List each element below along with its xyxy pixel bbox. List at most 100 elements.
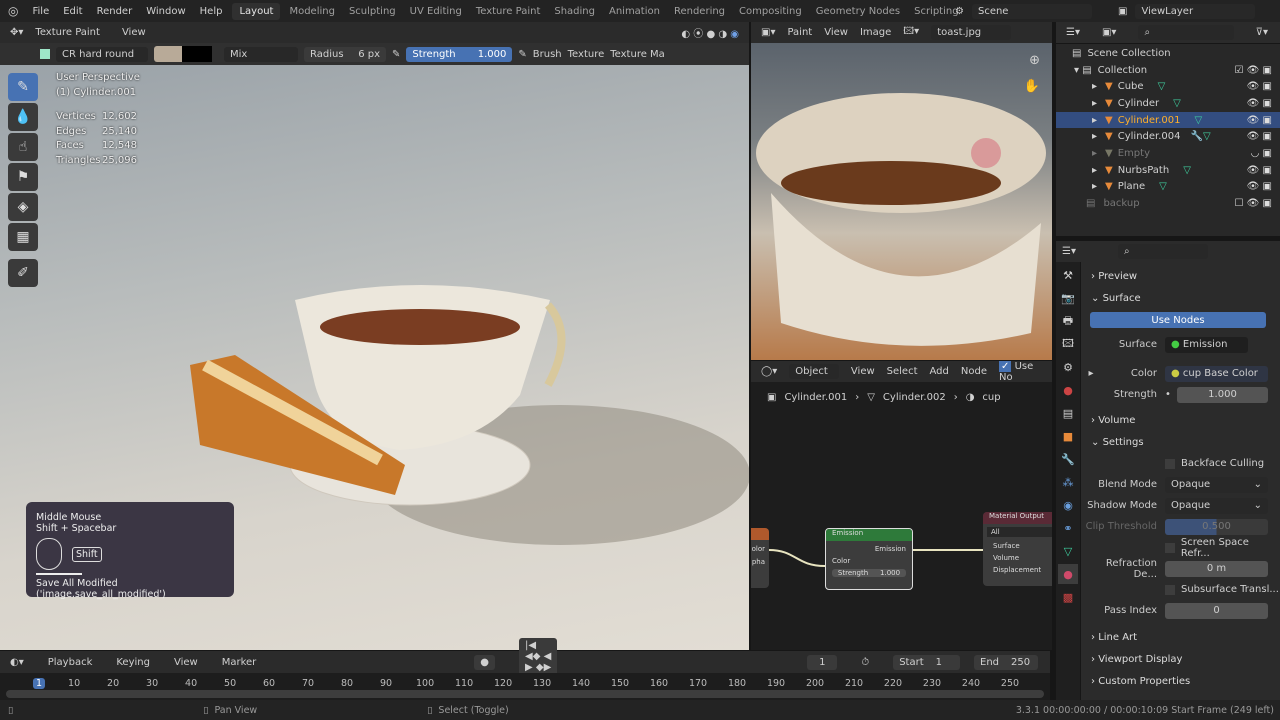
output-tab-icon[interactable]: 🖶 [1058,311,1078,331]
shadow-mode-dropdown[interactable]: Opaque ⌄ [1165,497,1268,514]
strength-pressure-icon[interactable]: ✎ [518,49,526,60]
select-menu[interactable]: Select [887,366,918,377]
target-dropdown[interactable]: All [987,527,1052,537]
view-menu[interactable]: View [824,27,848,38]
shader-type-dropdown[interactable]: Object [789,364,839,379]
outliner-item[interactable]: ▸ ▼ NurbsPath ▽ 👁 ▣ [1056,162,1280,179]
add-menu[interactable]: Add [930,366,949,377]
color-input-field[interactable]: ● cup Base Color [1165,365,1268,382]
mask-tool-icon[interactable]: ▦ [8,223,38,251]
properties-search[interactable]: ⌕ [1117,244,1208,259]
tab-modeling[interactable]: Modeling [282,3,342,20]
clone-tool-icon[interactable]: ⚑ [8,163,38,191]
outliner-item[interactable]: ▸ ▼ Empty ◡ ▣ [1056,145,1280,162]
use-nodes-button[interactable]: Use Nodes [1090,312,1266,328]
editor-type-icon[interactable]: ◯▾ [761,366,777,377]
start-frame-field[interactable]: Start 1 [893,654,960,670]
outliner-item[interactable]: ▸ ▼ Plane ▽ 👁 ▣ [1056,179,1280,196]
modifier-tab-icon[interactable]: 🔧 [1058,449,1078,469]
scene-tab-icon[interactable]: ⚙ [1058,357,1078,377]
tab-rendering[interactable]: Rendering [667,3,732,20]
outliner-scene-collection[interactable]: ▤ Scene Collection [1056,45,1280,62]
outliner-collection-backup[interactable]: ▤ backup ☐ 👁 ▣ [1056,195,1280,212]
filter-icon[interactable]: ⊽▾ [1256,27,1268,38]
outliner-collection[interactable]: ▾ ▤ Collection ☑ 👁 ▣ [1056,62,1280,79]
hand-pan-icon[interactable]: ✋ [1024,79,1040,94]
data-tab-icon[interactable]: ▽ [1058,541,1078,561]
outliner-item[interactable]: ▸ ▼ Cylinder ▽ 👁 ▣ [1056,95,1280,112]
visibility-icons[interactable]: ☐ 👁 ▣ [1235,198,1272,209]
shading-buttons[interactable]: ◐ ⦿ ● ◑ ◉ [681,25,739,40]
marker-menu[interactable]: Marker [222,657,257,668]
keying-menu[interactable]: Keying [116,657,150,668]
refraction-depth-field[interactable]: 0 m [1165,560,1268,577]
use-nodes-checkbox[interactable]: ✓ Use No [999,360,1040,383]
visibility-icons[interactable]: 👁 ▣ [1247,165,1272,176]
primary-color-swatch[interactable] [154,46,182,62]
physics-tab-icon[interactable]: ◉ [1058,495,1078,515]
backface-culling-checkbox[interactable] [1165,458,1175,469]
menu-window[interactable]: Window [146,6,185,17]
visibility-icons[interactable]: ☑ 👁 ▣ [1235,65,1272,76]
mode-dropdown[interactable]: Texture Paint [35,27,100,38]
constraints-tab-icon[interactable]: ⚭ [1058,518,1078,538]
filter-view-icon[interactable]: ▣▾ [1102,27,1116,38]
object-tab-icon[interactable]: ■ [1058,426,1078,446]
current-frame-marker[interactable]: 1 [32,678,46,689]
secondary-color-swatch[interactable] [182,46,212,62]
tab-compositing[interactable]: Compositing [732,3,809,20]
tab-layout[interactable]: Layout [232,2,281,20]
scene-name[interactable]: Scene [971,3,1092,19]
image-icon[interactable]: 🖾▾ [903,24,919,41]
menu-file[interactable]: File [32,6,49,17]
pressure-icon[interactable]: ✎ [392,49,400,60]
strength-field[interactable]: 1.000 [1177,386,1268,403]
annotate-tool-icon[interactable]: ✐ [8,259,38,287]
editor-type-icon[interactable]: ▣▾ [761,27,775,38]
tab-texture-paint[interactable]: Texture Paint [469,3,548,20]
view-layer-tab-icon[interactable]: 🖾 [1058,334,1078,354]
outliner-item[interactable]: ▸ ▼ Cube ▽ 👁 ▣ [1056,78,1280,95]
panel-custom-properties[interactable]: › Custom Properties [1081,670,1280,692]
node-canvas[interactable]: ▣ Cylinder.001 › ▽ Cylinder.002 › ◑ cup olor … [751,382,1052,650]
tab-geometry-nodes[interactable]: Geometry Nodes [809,3,907,20]
image-canvas[interactable]: ⊕ ✋ [751,43,1052,360]
world-tab-icon[interactable]: ● [1058,380,1078,400]
visibility-icons[interactable]: 👁 ▣ [1247,115,1272,126]
blend-mode-dropdown[interactable]: Opaque ⌄ [1165,476,1268,493]
blend-mode-dropdown[interactable]: Mix [224,46,298,62]
particles-tab-icon[interactable]: ⁂ [1058,472,1078,492]
tab-animation[interactable]: Animation [602,3,667,20]
brush-selector[interactable]: CR hard round [56,46,148,62]
visibility-icons[interactable]: 👁 ▣ [1247,98,1272,109]
panel-volume[interactable]: › Volume [1081,409,1280,431]
tab-uv-editing[interactable]: UV Editing [403,3,469,20]
ssr-checkbox[interactable] [1165,542,1175,553]
texture-tab-icon[interactable]: ▩ [1058,587,1078,607]
pass-index-field[interactable]: 0 [1165,602,1268,619]
view-menu[interactable]: View [851,366,875,377]
surface-shader-field[interactable]: ● Emission [1165,336,1248,353]
visibility-icons[interactable]: 👁 ▣ [1247,181,1272,192]
outliner-search[interactable]: ⌕ [1138,25,1234,40]
editor-type-icon[interactable]: ◐▾ [10,657,24,668]
zoom-icon[interactable]: ⊕ [1029,53,1040,68]
draw-tool-icon[interactable]: ✎ [8,73,38,101]
paint-mode-dropdown[interactable]: Paint [787,27,812,38]
timeline-scrollbar[interactable] [6,690,1044,698]
image-menu[interactable]: Image [860,27,891,38]
smear-tool-icon[interactable]: ☝ [8,133,38,161]
sss-checkbox[interactable] [1165,584,1175,595]
material-tab-icon[interactable]: ● [1058,564,1078,584]
panel-preview[interactable]: › Preview [1081,265,1280,287]
node-menu[interactable]: Node [961,366,987,377]
blender-logo-icon[interactable]: ◎ [8,4,18,18]
emission-node[interactable]: Emission Emission Color Strength 1.000 [825,528,913,590]
outliner-item[interactable]: ▸ ▼ Cylinder.004 🔧 ▽ 👁 ▣ [1056,128,1280,145]
panel-viewport-display[interactable]: › Viewport Display [1081,648,1280,670]
visibility-icons[interactable]: 👁 ▣ [1247,81,1272,92]
view-menu[interactable]: View [174,657,198,668]
current-frame-field[interactable]: 1 [807,654,838,670]
3d-viewport[interactable]: ✎ 💧 ☝ ⚑ ◈ ▦ ✐ User Perspective (1) Cylin… [0,65,749,650]
strength-field[interactable]: Strength 1.000 [832,569,906,577]
